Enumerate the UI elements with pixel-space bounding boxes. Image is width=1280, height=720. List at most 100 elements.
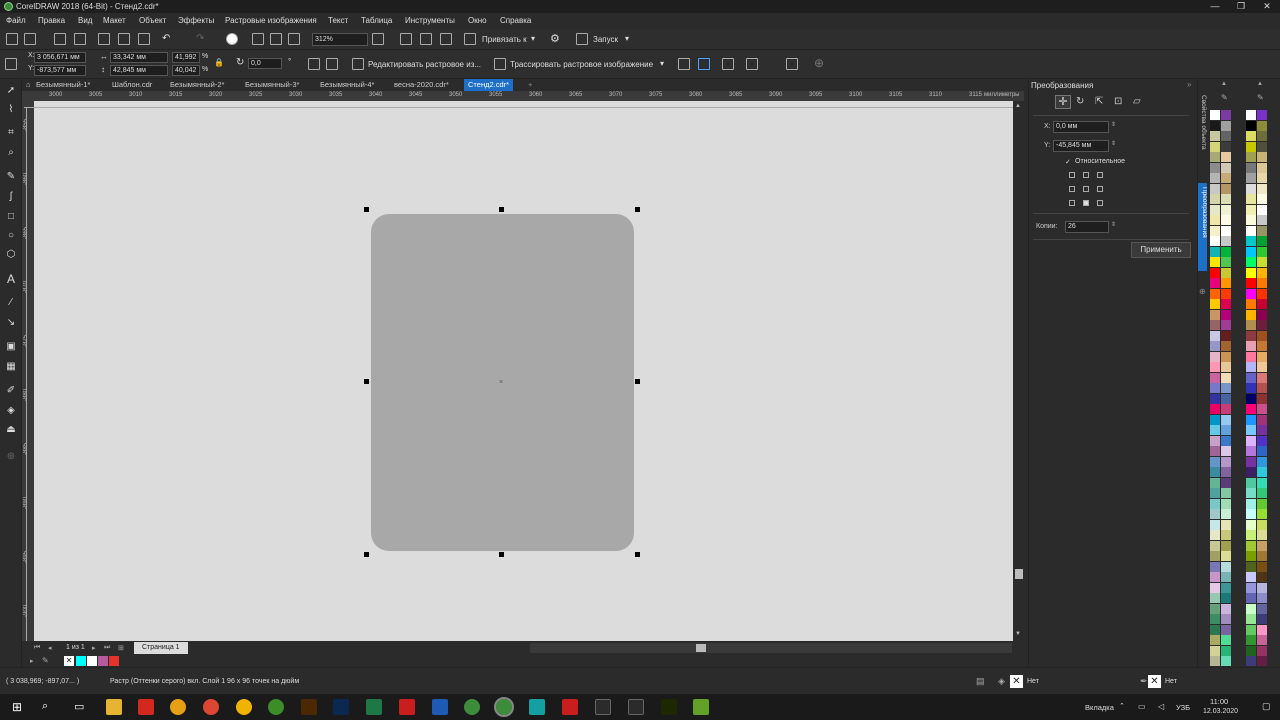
- menu-effects[interactable]: Эффекты: [178, 16, 214, 25]
- palette-swatch[interactable]: [1257, 257, 1267, 267]
- browser-icon[interactable]: [170, 699, 186, 715]
- palette-swatch[interactable]: [1221, 309, 1231, 320]
- start-windows-icon[interactable]: ⊞: [12, 700, 22, 714]
- palette-swatch[interactable]: [1221, 561, 1231, 572]
- mirror-vertical-icon[interactable]: [326, 58, 338, 70]
- palette-swatch[interactable]: [1221, 519, 1231, 530]
- palette-swatch[interactable]: [1246, 498, 1256, 509]
- edit-bitmap-button[interactable]: Редактировать растровое из...: [368, 60, 481, 69]
- palette-swatch[interactable]: [1210, 477, 1220, 488]
- palette-swatch[interactable]: [1246, 393, 1256, 404]
- palette-swatch[interactable]: [1210, 204, 1220, 215]
- crop-tool-icon[interactable]: ⌗: [5, 127, 17, 139]
- palette-swatch[interactable]: [1210, 635, 1220, 645]
- palette-swatch[interactable]: [1246, 351, 1256, 362]
- palette-swatch[interactable]: [1257, 183, 1267, 194]
- palette-swatch[interactable]: [1246, 656, 1256, 666]
- palette-swatch[interactable]: [1221, 236, 1231, 246]
- palette-swatch[interactable]: [1221, 414, 1231, 425]
- palette-swatch[interactable]: [1221, 635, 1231, 645]
- palette-swatch[interactable]: [1246, 414, 1256, 425]
- palette-swatch[interactable]: [1221, 152, 1231, 162]
- palette-swatch[interactable]: [1257, 267, 1267, 278]
- horizontal-scroll-thumb[interactable]: [696, 644, 706, 652]
- transparency-icon[interactable]: ▦: [5, 361, 17, 373]
- anchor-grid[interactable]: [1069, 172, 1109, 206]
- menu-object[interactable]: Объект: [139, 16, 166, 25]
- trace-bitmap-icon[interactable]: [494, 58, 506, 70]
- palette-swatch[interactable]: [1221, 582, 1231, 593]
- palette-swatch[interactable]: [1221, 477, 1231, 488]
- size-transform-icon[interactable]: ⊡: [1114, 96, 1122, 107]
- palette-swatch[interactable]: [1210, 299, 1220, 309]
- vertical-scrollbar[interactable]: ▲ ▼: [1013, 101, 1024, 641]
- copies-spinner-icon[interactable]: ⇕: [1111, 221, 1116, 228]
- palette-swatch[interactable]: [1257, 456, 1267, 467]
- illustrator-icon[interactable]: [301, 699, 317, 715]
- palette-swatch[interactable]: [1221, 278, 1231, 288]
- palette-swatch[interactable]: [1257, 330, 1267, 341]
- palette-swatch[interactable]: [1221, 215, 1231, 225]
- tray-volume-icon[interactable]: ◁: [1158, 702, 1164, 711]
- palette-swatch[interactable]: [1210, 551, 1220, 561]
- palette-swatch[interactable]: [1257, 656, 1267, 666]
- palette-swatch[interactable]: [1257, 372, 1267, 383]
- palette-swatch[interactable]: [1246, 530, 1256, 540]
- notifications-icon[interactable]: ▢: [1262, 701, 1271, 712]
- selection-handle[interactable]: [364, 207, 369, 212]
- palette-swatch[interactable]: [1221, 593, 1231, 603]
- position-x-field[interactable]: 3 056,671 мм: [34, 52, 86, 63]
- palette-swatch[interactable]: [1210, 656, 1220, 666]
- full-screen-icon[interactable]: [400, 33, 412, 45]
- bitmap-bounding-icon[interactable]: [722, 58, 734, 70]
- color-swatch[interactable]: [109, 656, 119, 666]
- import-icon[interactable]: [252, 33, 264, 45]
- scale-y-field[interactable]: 40,042: [172, 65, 200, 76]
- palette-swatch[interactable]: [1210, 141, 1220, 152]
- corel-connect-icon[interactable]: [226, 33, 238, 45]
- shape-tool-icon[interactable]: ⌇: [5, 104, 17, 116]
- pick-tool-icon[interactable]: ➚: [5, 85, 17, 97]
- palette-swatch[interactable]: [1221, 267, 1231, 278]
- palette-swatch[interactable]: [1210, 131, 1220, 141]
- edit-bitmap-icon[interactable]: [352, 58, 364, 70]
- palette-swatch[interactable]: [1246, 257, 1256, 267]
- palette-swatch[interactable]: [1210, 572, 1220, 582]
- palette-swatch[interactable]: [1257, 131, 1267, 141]
- tab-document-active[interactable]: Стенд2.cdr*: [464, 79, 514, 91]
- launch-dropdown[interactable]: Запуск: [593, 35, 618, 44]
- palette-swatch[interactable]: [1246, 152, 1256, 162]
- palette-swatch[interactable]: [1257, 162, 1267, 173]
- eyedropper-icon[interactable]: ✐: [5, 385, 17, 397]
- palette-swatch[interactable]: [1210, 383, 1220, 393]
- page-tab[interactable]: Страница 1: [134, 642, 188, 654]
- lock-ratio-icon[interactable]: 🔒: [214, 58, 224, 67]
- palette-swatch[interactable]: [1210, 603, 1220, 614]
- palette-swatch[interactable]: [1221, 551, 1231, 561]
- palette-swatch[interactable]: [1210, 330, 1220, 341]
- palette-swatch[interactable]: [1257, 561, 1267, 572]
- palette-swatch[interactable]: [1210, 624, 1220, 635]
- zoom-dropdown-icon[interactable]: [372, 33, 384, 45]
- palette-swatch[interactable]: [1257, 593, 1267, 603]
- menu-help[interactable]: Справка: [500, 16, 531, 25]
- acrobat-icon[interactable]: [138, 699, 154, 715]
- width-field[interactable]: 33,342 мм: [110, 52, 168, 63]
- rotate-transform-icon[interactable]: ↻: [1076, 96, 1084, 107]
- palette-swatch[interactable]: [1246, 110, 1256, 120]
- palette-swatch[interactable]: [1221, 173, 1231, 183]
- print-icon[interactable]: [74, 33, 86, 45]
- palette-swatch[interactable]: [1210, 404, 1220, 414]
- search-icon[interactable]: ⌕: [42, 700, 48, 713]
- redo-icon[interactable]: ↷: [196, 33, 204, 44]
- palette-swatch[interactable]: [1210, 309, 1220, 320]
- outline-none-swatch[interactable]: ✕: [1148, 675, 1161, 688]
- selection-handle[interactable]: [635, 552, 640, 557]
- palette-swatch[interactable]: [1257, 477, 1267, 488]
- ruler-origin[interactable]: [22, 91, 34, 101]
- palette-swatch[interactable]: [1210, 183, 1220, 194]
- palette-swatch[interactable]: [1210, 467, 1220, 477]
- outline-pen-icon[interactable]: ✒: [1140, 676, 1148, 687]
- palette-swatch[interactable]: [1257, 320, 1267, 330]
- horizontal-ruler[interactable]: 3000 3005 3010 3015 3020 3025 3030 3035 3040 3045…: [34, 91, 1024, 101]
